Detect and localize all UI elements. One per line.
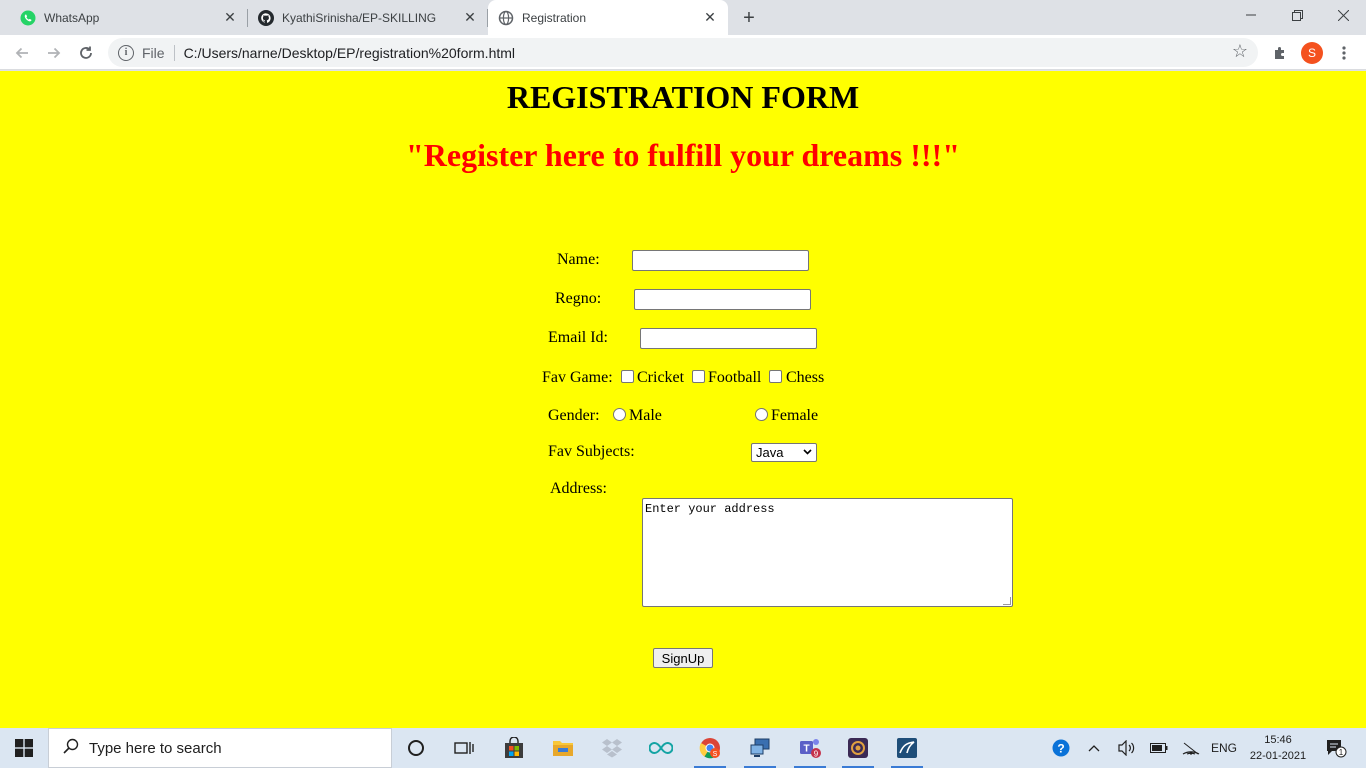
volume-icon[interactable] bbox=[1114, 728, 1140, 768]
svg-text:T: T bbox=[803, 744, 809, 755]
windows-start-icon[interactable] bbox=[0, 728, 48, 768]
back-arrow-icon[interactable] bbox=[8, 39, 36, 67]
page-content: REGISTRATION FORM "Register here to fulf… bbox=[0, 71, 1366, 728]
close-tab-icon[interactable]: ✕ bbox=[700, 8, 720, 28]
language-indicator[interactable]: ENG bbox=[1208, 728, 1240, 768]
reload-icon[interactable] bbox=[72, 39, 100, 67]
globe-icon bbox=[498, 10, 514, 26]
tab-title: Registration bbox=[522, 10, 587, 25]
window-close-icon[interactable] bbox=[1320, 0, 1366, 30]
bookmark-star-icon[interactable]: ☆ bbox=[1232, 41, 1248, 62]
name-input[interactable] bbox=[632, 250, 809, 271]
resize-grip-icon[interactable] bbox=[1003, 597, 1011, 605]
chess-checkbox[interactable] bbox=[769, 370, 782, 383]
notification-icon[interactable]: 1 bbox=[1318, 728, 1354, 768]
chevron-down-icon bbox=[803, 445, 812, 462]
signup-button[interactable]: SignUp bbox=[653, 648, 713, 668]
teams-icon[interactable]: T9 bbox=[790, 732, 830, 768]
tab-whatsapp[interactable]: WhatsApp ✕ bbox=[0, 0, 248, 35]
store-icon[interactable] bbox=[494, 732, 534, 764]
female-label: Female bbox=[771, 407, 819, 424]
restore-icon[interactable] bbox=[1274, 0, 1320, 30]
cricket-label: Cricket bbox=[637, 369, 685, 386]
search-placeholder: Type here to search bbox=[89, 739, 222, 757]
dropbox-icon[interactable] bbox=[592, 732, 632, 764]
selected-subject: Java bbox=[756, 445, 784, 460]
file-explorer-icon[interactable] bbox=[543, 732, 583, 764]
male-radio[interactable] bbox=[613, 408, 626, 421]
teams-badge: 9 bbox=[814, 750, 819, 759]
email-label: Email Id: bbox=[548, 329, 608, 346]
name-label: Name: bbox=[557, 251, 600, 268]
address-text: Enter your address bbox=[645, 502, 775, 516]
taskbar-search[interactable]: Type here to search bbox=[48, 728, 392, 768]
svg-text:S: S bbox=[713, 751, 718, 758]
svg-text:?: ? bbox=[1057, 742, 1064, 756]
tab-github[interactable]: KyathiSrinisha/EP-SKILLING ✕ bbox=[248, 0, 488, 35]
tab-title: WhatsApp bbox=[44, 10, 100, 25]
football-label: Football bbox=[708, 369, 762, 386]
close-tab-icon[interactable]: ✕ bbox=[220, 8, 240, 28]
menu-kebab-icon[interactable] bbox=[1330, 39, 1358, 67]
battery-icon[interactable] bbox=[1146, 728, 1172, 768]
new-tab-button[interactable]: + bbox=[736, 5, 762, 31]
profile-avatar[interactable]: S bbox=[1298, 39, 1326, 67]
extensions-puzzle-icon[interactable] bbox=[1266, 39, 1294, 67]
scheme-label: File bbox=[142, 44, 165, 61]
male-label: Male bbox=[629, 407, 662, 424]
url-text[interactable]: C:/Users/narne/Desktop/EP/registration%2… bbox=[184, 45, 515, 61]
cortana-icon[interactable] bbox=[396, 732, 436, 764]
cricket-checkbox[interactable] bbox=[621, 370, 634, 383]
female-radio[interactable] bbox=[755, 408, 768, 421]
whatsapp-icon bbox=[20, 10, 36, 26]
tab-registration[interactable]: Registration ✕ bbox=[488, 0, 728, 35]
clock-date: 22-01-2021 bbox=[1249, 750, 1307, 762]
wifi-icon[interactable] bbox=[1178, 728, 1204, 768]
help-icon[interactable]: ? bbox=[1048, 728, 1074, 768]
address-bar[interactable]: i File C:/Users/narne/Desktop/EP/registr… bbox=[108, 38, 1258, 67]
address-textarea[interactable]: Enter your address bbox=[642, 498, 1013, 607]
page-heading: REGISTRATION FORM bbox=[506, 79, 860, 115]
system-clock[interactable]: 15:46 22-01-2021 bbox=[1248, 732, 1308, 764]
search-icon bbox=[63, 738, 79, 759]
regno-label: Regno: bbox=[555, 290, 602, 307]
windows-taskbar: Type here to search S T9 ? ENG 15:46 22-… bbox=[0, 728, 1366, 768]
info-icon[interactable]: i bbox=[118, 44, 134, 61]
game-app-icon[interactable] bbox=[838, 732, 878, 768]
profile-initial: S bbox=[1301, 42, 1323, 64]
forward-arrow-icon[interactable] bbox=[40, 39, 68, 67]
browser-tab-strip: WhatsApp ✕ KyathiSrinisha/EP-SKILLING ✕ … bbox=[0, 0, 1366, 35]
fav-subjects-label: Fav Subjects: bbox=[548, 443, 635, 460]
chess-label: Chess bbox=[786, 369, 825, 386]
football-checkbox[interactable] bbox=[692, 370, 705, 383]
chrome-icon[interactable]: S bbox=[690, 732, 730, 768]
page-tagline: "Register here to fulfill your dreams !!… bbox=[406, 137, 960, 173]
divider bbox=[173, 44, 175, 61]
tab-title: KyathiSrinisha/EP-SKILLING bbox=[282, 10, 437, 25]
minimize-icon[interactable] bbox=[1228, 0, 1274, 30]
close-tab-icon[interactable]: ✕ bbox=[460, 8, 480, 28]
clock-time: 15:46 bbox=[1264, 734, 1292, 746]
fav-game-label: Fav Game: bbox=[542, 369, 613, 386]
notification-count: 1 bbox=[1339, 748, 1344, 757]
email-input[interactable] bbox=[640, 328, 817, 349]
mysql-workbench-icon[interactable] bbox=[887, 732, 927, 768]
regno-input[interactable] bbox=[634, 289, 811, 310]
remote-desktop-icon[interactable] bbox=[740, 732, 780, 768]
chevron-up-icon[interactable] bbox=[1082, 728, 1106, 768]
gender-label: Gender: bbox=[548, 407, 600, 424]
browser-toolbar: i File C:/Users/narne/Desktop/EP/registr… bbox=[0, 35, 1366, 70]
task-view-icon[interactable] bbox=[444, 732, 484, 764]
address-label: Address: bbox=[550, 480, 607, 497]
github-icon bbox=[258, 9, 274, 26]
arduino-infinity-icon[interactable] bbox=[641, 732, 681, 764]
subjects-select[interactable]: Java bbox=[751, 443, 817, 462]
